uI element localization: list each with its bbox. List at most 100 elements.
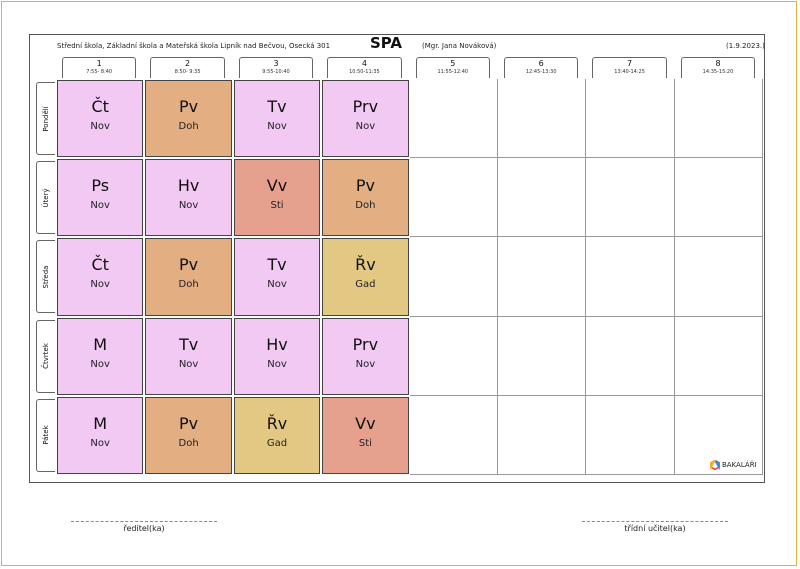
lesson-teacher: Nov xyxy=(355,121,376,132)
signature-line-left xyxy=(71,521,217,522)
day-header-2: Úterý xyxy=(36,161,55,235)
lesson-subject: Prv xyxy=(352,97,379,116)
period-header-6: 6 12:45-13:30 xyxy=(504,57,579,78)
lesson-subject: Řv xyxy=(266,413,288,433)
empty-cell xyxy=(409,79,498,159)
school-name: Střední škola, Základní škola a Mateřská… xyxy=(57,42,331,50)
lesson-subject: M xyxy=(93,334,108,354)
period-time: 14:35-15:20 xyxy=(702,69,734,75)
period-time: 13:40-14:25 xyxy=(614,69,645,75)
lesson-teacher: Gad xyxy=(266,437,288,449)
lesson-teacher: Nov xyxy=(267,279,287,291)
lesson-subject: Hv xyxy=(177,176,200,196)
lesson-subject: Pv xyxy=(179,97,199,116)
empty-cell xyxy=(409,158,498,238)
class-teacher: (Mgr. Jana Nováková) xyxy=(422,42,497,50)
lesson-cell: Hv Nov xyxy=(145,159,232,237)
lesson-subject: Pv xyxy=(179,255,199,275)
lesson-subject: Čt xyxy=(91,97,109,116)
day-label: Čtvrtek xyxy=(42,343,50,369)
lesson-subject: Pv xyxy=(355,176,375,196)
lesson-cell: Vv Sti xyxy=(233,159,321,237)
lesson-teacher: Nov xyxy=(178,358,199,370)
empty-cell xyxy=(586,395,675,475)
day-header-4: Čtvrtek xyxy=(36,319,55,393)
lesson-subject: Hv xyxy=(266,334,288,354)
lesson-teacher: Nov xyxy=(90,358,110,370)
lesson-cell: M Nov xyxy=(57,396,144,474)
lesson-teacher: Sti xyxy=(358,437,372,449)
lesson-teacher: Nov xyxy=(355,358,376,370)
lesson-subject: Tv xyxy=(267,255,287,275)
day-label: Úterý xyxy=(42,188,50,208)
lesson-teacher: Nov xyxy=(90,121,110,132)
lesson-teacher: Doh xyxy=(178,279,199,291)
period-number: 4 xyxy=(361,59,367,68)
empty-cell xyxy=(409,395,498,475)
empty-cell xyxy=(498,158,587,238)
lesson-cell: Řv Gad xyxy=(322,238,409,316)
lesson-cell: M Nov xyxy=(57,317,144,395)
lesson-subject: Vv xyxy=(266,176,288,196)
lesson-teacher: Nov xyxy=(267,121,287,132)
signature-label-director: ředitel(ka) xyxy=(123,524,165,533)
empty-cell xyxy=(409,237,498,317)
lesson-teacher: Sti xyxy=(270,200,284,212)
lesson-teacher: Doh xyxy=(355,200,376,212)
period-number: 1 xyxy=(96,59,102,68)
lesson-subject: M xyxy=(93,413,108,433)
hexagon-logo-icon xyxy=(710,460,720,470)
period-header-4: 4 10:50-11:35 xyxy=(327,57,402,78)
lesson-teacher: Doh xyxy=(178,121,199,132)
period-header-5: 5 11:55-12:40 xyxy=(415,57,490,78)
empty-cell xyxy=(586,237,675,317)
lesson-teacher: Gad xyxy=(355,279,376,291)
lesson-teacher: Nov xyxy=(178,200,199,212)
period-header-7: 7 13:40-14:25 xyxy=(592,57,667,78)
period-time: 8:50- 9:35 xyxy=(174,69,201,75)
period-header-8: 8 14:35-15:20 xyxy=(680,57,756,78)
lesson-subject: Prv xyxy=(352,334,379,354)
empty-cell xyxy=(586,316,675,396)
lesson-cell: Prv Nov xyxy=(322,317,409,395)
lesson-cell: Tv Nov xyxy=(145,317,232,395)
lesson-cell: Pv Doh xyxy=(145,396,232,474)
lesson-subject: Tv xyxy=(178,334,199,354)
day-label: Středa xyxy=(42,265,50,289)
lesson-cell: Pv Doh xyxy=(145,238,232,316)
lesson-cell: Hv Nov xyxy=(233,317,321,395)
lesson-subject: Ps xyxy=(91,176,110,196)
period-time: 9:55-10:40 xyxy=(262,69,290,75)
signature-line-right xyxy=(582,521,728,522)
lesson-cell: Vv Sti xyxy=(322,396,409,474)
empty-cell xyxy=(674,316,764,396)
lesson-subject: Pv xyxy=(179,413,199,433)
lesson-cell: Pv Doh xyxy=(145,80,232,158)
class-title: SPA xyxy=(370,34,403,52)
lesson-cell: Prv Nov xyxy=(322,80,409,158)
day-label: Pátek xyxy=(42,425,50,445)
period-time: 10:50-11:35 xyxy=(349,69,380,75)
lesson-cell: Tv Nov xyxy=(233,238,321,316)
day-header-5: Pátek xyxy=(36,398,55,472)
empty-cell xyxy=(674,237,764,317)
period-number: 3 xyxy=(273,59,279,68)
day-header-1: Pondělí xyxy=(36,82,55,155)
lesson-teacher: Nov xyxy=(267,358,287,370)
period-number: 6 xyxy=(538,59,544,68)
lesson-teacher: Nov xyxy=(90,437,110,449)
period-header-1: 1 7:55- 8:40 xyxy=(62,57,137,78)
lesson-cell: Čt Nov xyxy=(57,80,144,158)
lesson-cell: Ps Nov xyxy=(57,159,144,237)
day-header-3: Středa xyxy=(36,240,55,314)
timetable-grid: Čt Nov Pv Doh Tv Nov Prv Nov Ps Nov Hv Nov Vv Sti Pv Do… xyxy=(56,79,764,479)
period-header-3: 3 9:55-10:40 xyxy=(238,57,314,78)
empty-cell xyxy=(586,158,675,238)
logo-text: BAKALÁŘI xyxy=(722,461,757,469)
lesson-teacher: Nov xyxy=(90,200,110,212)
empty-cell xyxy=(498,395,587,475)
signature-label-class-teacher: třídní učitel(ka) xyxy=(624,524,686,533)
lesson-cell: Řv Gad xyxy=(233,396,321,474)
lesson-teacher: Doh xyxy=(178,437,199,449)
period-time: 11:55-12:40 xyxy=(437,69,469,75)
